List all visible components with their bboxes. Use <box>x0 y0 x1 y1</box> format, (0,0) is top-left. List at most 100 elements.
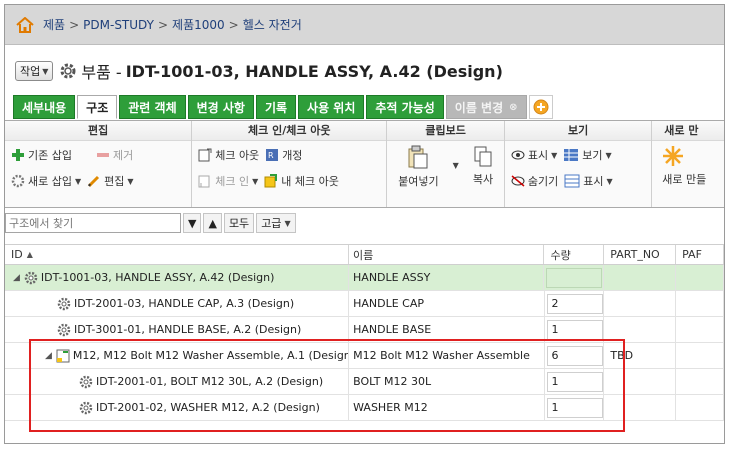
actions-label: 작업 <box>20 65 41 78</box>
table-row[interactable]: ◢ M12, M12 Bolt M12 Washer Assemble, A.1… <box>5 343 724 369</box>
chevron-up-icon: ▲ <box>208 216 217 230</box>
table-row[interactable]: IDT-2001-01, BOLT M12 30L, A.2 (Design) … <box>5 369 724 395</box>
row-name: M12 Bolt M12 Washer Assemble <box>349 343 545 368</box>
view-group-title: 보기 <box>504 121 652 141</box>
show-button[interactable]: 표시 ▼ <box>511 147 557 163</box>
plus-icon <box>12 149 24 161</box>
table-icon <box>564 174 580 188</box>
chevron-down-icon[interactable]: ▼ <box>551 151 557 160</box>
close-icon[interactable]: ⊗ <box>509 102 517 113</box>
checkout-button[interactable]: 체크 아웃 <box>198 147 259 163</box>
search-advanced-button[interactable]: 고급 ▼ <box>256 213 296 233</box>
table-row[interactable]: IDT-2001-02, WASHER M12, A.2 (Design) WA… <box>5 395 724 421</box>
row-name: HANDLE ASSY <box>349 265 545 290</box>
chevron-down-icon[interactable]: ▼ <box>252 177 258 186</box>
tab-related-objects[interactable]: 관련 객체 <box>119 95 186 119</box>
insert-existing-button[interactable]: 기존 삽입 <box>11 147 72 163</box>
row-qty[interactable]: 1 <box>545 369 605 394</box>
checkout-label: 체크 아웃 <box>215 149 260 162</box>
add-tab-button[interactable] <box>528 95 553 119</box>
row-qty[interactable]: 1 <box>545 395 605 420</box>
row-qty[interactable]: 2 <box>545 291 605 316</box>
assembly-document-icon <box>56 349 70 363</box>
my-checkout-button[interactable]: 내 체크 아웃 <box>264 173 339 189</box>
collapse-triangle-icon[interactable]: ◢ <box>13 273 20 283</box>
view-label: 보기 <box>582 149 603 162</box>
revise-button[interactable]: R 개정 <box>265 147 302 163</box>
chevron-down-icon[interactable]: ▼ <box>453 161 459 189</box>
part-gear-icon <box>57 297 71 311</box>
table-row[interactable]: IDT-3001-01, HANDLE BASE, A.2 (Design) H… <box>5 317 724 343</box>
hide-button[interactable]: 숨기기 <box>511 173 558 189</box>
tab-structure[interactable]: 구조 <box>77 95 118 119</box>
row-name: HANDLE BASE <box>349 317 545 342</box>
column-header-qty[interactable]: 수량 <box>544 245 605 264</box>
sparkle-icon <box>663 146 684 166</box>
display-label: 표시 <box>583 175 604 188</box>
page-title: IDT-1001-03, HANDLE ASSY, A.42 (Design) <box>125 61 503 81</box>
breadcrumb-item-product1000[interactable]: 제품1000 <box>172 16 225 33</box>
search-next-button[interactable]: ▼ <box>183 213 202 233</box>
add-icon <box>533 99 549 115</box>
chevron-down-icon[interactable]: ▼ <box>127 177 133 186</box>
tab-where-used[interactable]: 사용 위치 <box>298 95 365 119</box>
table-row[interactable]: IDT-2001-03, HANDLE CAP, A.3 (Design) HA… <box>5 291 724 317</box>
insert-existing-label: 기존 삽입 <box>28 149 72 162</box>
search-prev-button[interactable]: ▲ <box>203 213 222 233</box>
edit-group: 편집 기존 삽입 제거 새로 삽입 ▼ 편집 ▼ <box>5 121 193 207</box>
tab-traceability[interactable]: 추적 가능성 <box>366 95 444 119</box>
structure-search-input[interactable] <box>5 213 181 233</box>
new-button[interactable]: 새로 만들 <box>658 145 718 187</box>
edit-button[interactable]: 편집 ▼ <box>87 173 134 189</box>
remove-button[interactable]: 제거 <box>96 147 133 163</box>
view-button[interactable]: 보기 ▼ <box>563 147 612 163</box>
home-icon[interactable] <box>15 15 35 35</box>
column-header-name[interactable]: 이름 <box>349 245 545 264</box>
breadcrumb-item-bike[interactable]: 헬스 자전거 <box>243 16 302 33</box>
tab-changes[interactable]: 변경 사항 <box>187 95 254 119</box>
structure-search-bar: ▼ ▲ 모두 고급 ▼ <box>5 212 724 234</box>
tab-details[interactable]: 세부내용 <box>13 95 76 119</box>
part-gear-icon <box>79 375 93 389</box>
insert-new-button[interactable]: 새로 삽입 ▼ <box>11 173 81 189</box>
clipboard-group-title: 클립보드 <box>387 121 504 141</box>
row-part-no <box>604 395 677 420</box>
copy-icon <box>474 146 492 167</box>
row-paf <box>676 291 724 316</box>
row-part-no: TBD <box>604 343 677 368</box>
collapse-triangle-icon[interactable]: ◢ <box>45 351 52 361</box>
gear-add-icon <box>11 174 25 188</box>
tab-rename[interactable]: 이름 변경 ⊗ <box>445 95 527 119</box>
row-name: WASHER M12 <box>349 395 545 420</box>
breadcrumb-item-product[interactable]: 제품 <box>43 16 65 33</box>
row-id: M12, M12 Bolt M12 Washer Assemble, A.1 (… <box>72 349 350 362</box>
window: 제품 > PDM-STUDY > 제품1000 > 헬스 자전거 작업 ▼ 부품… <box>4 4 725 444</box>
insert-new-label: 새로 삽입 <box>28 175 72 188</box>
my-checkout-icon <box>264 174 278 188</box>
table-row[interactable]: ◢ IDT-1001-03, HANDLE ASSY, A.42 (Design… <box>5 265 724 291</box>
paste-button[interactable]: 붙여넣기 <box>398 145 439 189</box>
tab-history[interactable]: 기록 <box>255 95 297 119</box>
actions-menu-button[interactable]: 작업 ▼ <box>15 61 54 81</box>
checkin-label: 체크 인 <box>215 175 250 188</box>
breadcrumb: 제품 > PDM-STUDY > 제품1000 > 헬스 자전거 <box>5 5 724 45</box>
row-part-no <box>604 369 677 394</box>
column-header-part-no[interactable]: PART_NO <box>604 245 677 264</box>
row-qty[interactable]: 6 <box>545 343 605 368</box>
chevron-down-icon[interactable]: ▼ <box>606 151 612 160</box>
copy-button[interactable]: 복사 <box>473 145 493 189</box>
row-name: HANDLE CAP <box>349 291 545 316</box>
paste-label: 붙여넣기 <box>398 175 439 188</box>
checkin-button[interactable]: 체크 인 ▼ <box>198 173 258 189</box>
breadcrumb-item-pdm-study[interactable]: PDM-STUDY <box>83 18 154 32</box>
row-id: IDT-2001-02, WASHER M12, A.2 (Design) <box>96 401 320 414</box>
edit-label: 편집 <box>104 175 125 188</box>
column-header-paf[interactable]: PAF <box>676 245 724 264</box>
breadcrumb-separator: > <box>69 17 80 32</box>
search-all-button[interactable]: 모두 <box>223 213 255 233</box>
column-header-id[interactable]: ID ▲ <box>5 245 350 264</box>
display-button[interactable]: 표시 ▼ <box>564 173 613 189</box>
chevron-down-icon[interactable]: ▼ <box>607 177 613 186</box>
row-qty[interactable]: 1 <box>545 317 605 342</box>
chevron-down-icon[interactable]: ▼ <box>75 177 81 186</box>
